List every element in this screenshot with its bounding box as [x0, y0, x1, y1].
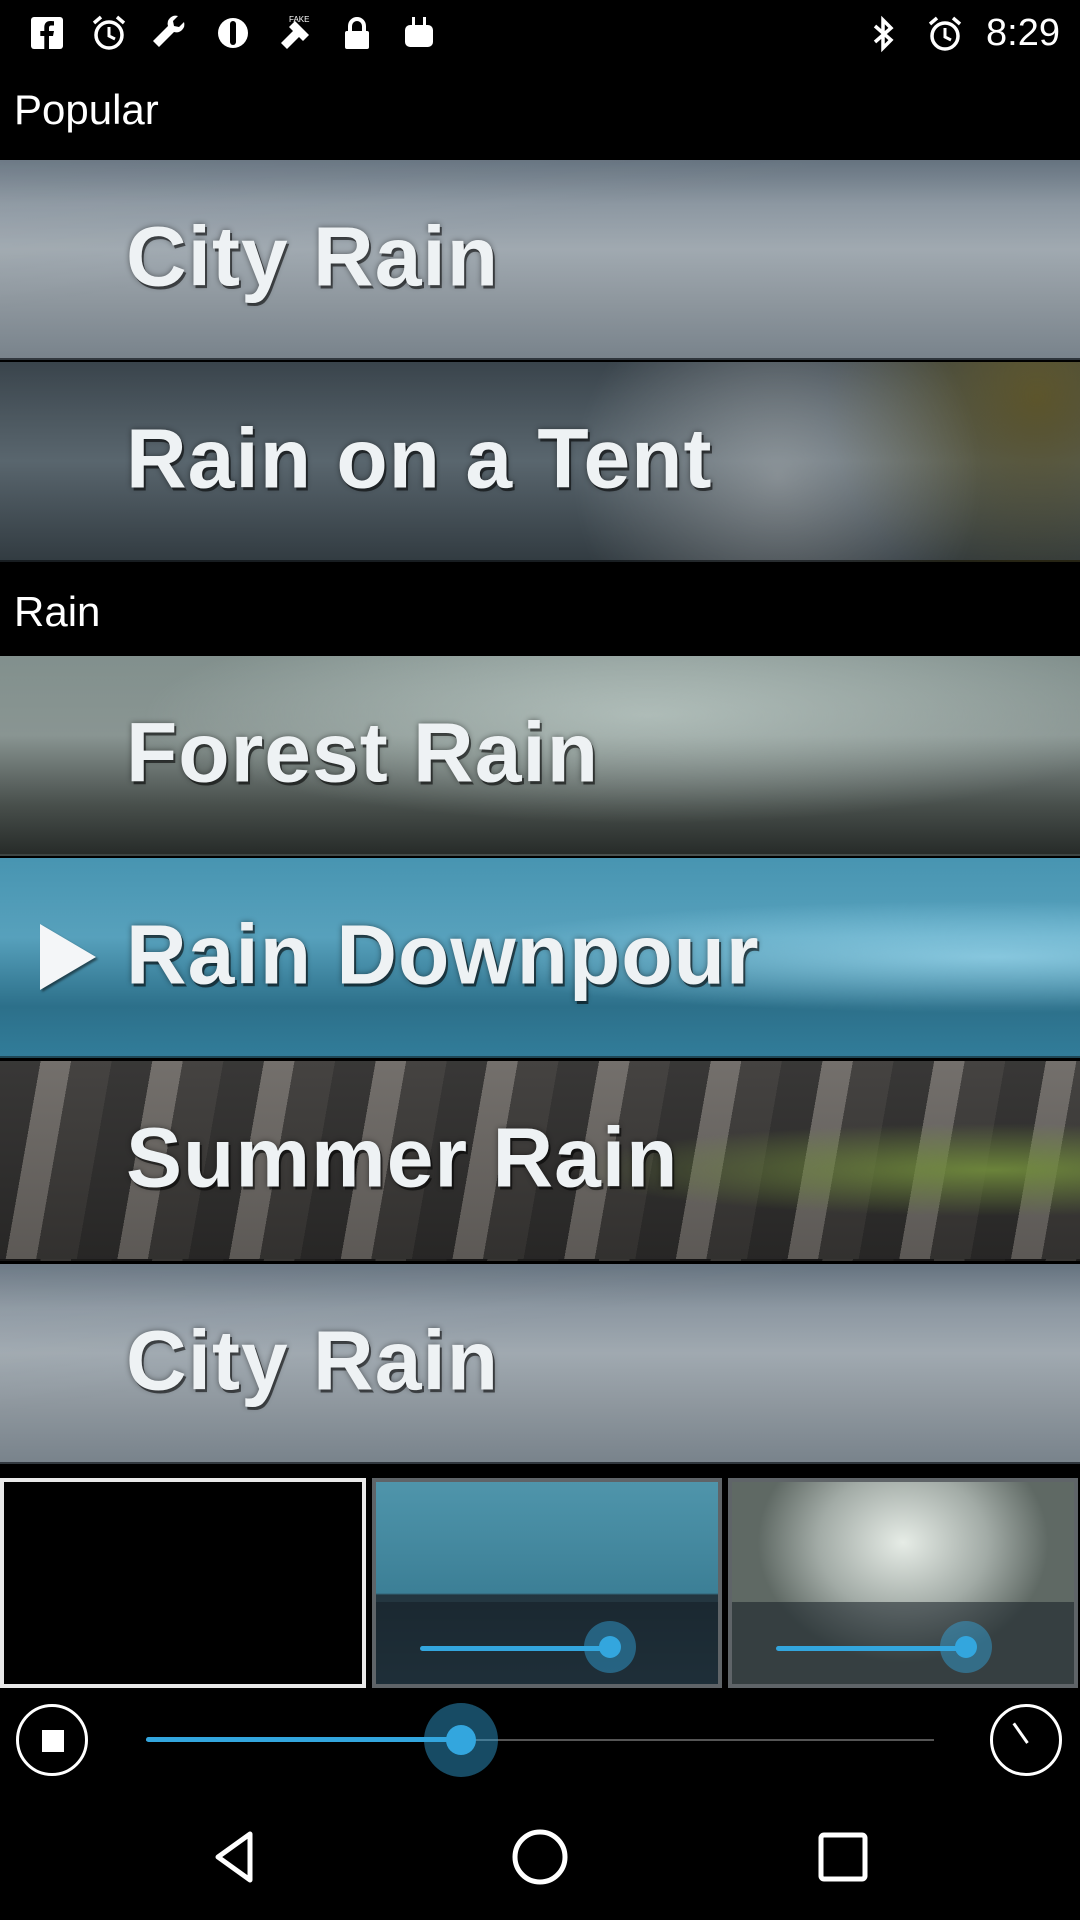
sound-mixer: [0, 1478, 1080, 1688]
fake-gps-icon: FAKE: [274, 12, 316, 54]
master-volume-fill[interactable]: [146, 1737, 462, 1742]
compass-icon: [212, 12, 254, 54]
recents-icon: [818, 1832, 868, 1882]
sound-tile-summer-rain[interactable]: Summer Rain: [0, 1061, 1080, 1261]
tile-label: City Rain: [126, 1313, 500, 1408]
tile-label: Forest Rain: [126, 705, 600, 800]
recents-button[interactable]: [808, 1822, 878, 1892]
sound-tile-city-rain-popular[interactable]: City Rain: [0, 160, 1080, 360]
back-button[interactable]: [200, 1822, 270, 1892]
wrench-icon: [150, 12, 192, 54]
stop-button[interactable]: [16, 1704, 88, 1776]
tile-label: Rain on a Tent: [126, 411, 713, 506]
alarm-icon: [88, 12, 130, 54]
navigation-bar: [0, 1792, 1080, 1920]
bluetooth-icon: [862, 13, 904, 55]
status-bar: FAKE 8:29: [0, 0, 1080, 66]
section-header-popular: Popular: [14, 86, 159, 133]
section-header-rain: Rain: [14, 588, 101, 635]
mixer-slot-volume-bar: [732, 1602, 1074, 1684]
home-button[interactable]: [505, 1822, 575, 1892]
facebook-icon: [26, 12, 68, 54]
mixer-slot-empty[interactable]: [0, 1478, 366, 1688]
stop-icon: [42, 1730, 64, 1752]
mixer-slot-volume-bar: [376, 1602, 718, 1684]
lock-icon: [336, 12, 378, 54]
tile-label: Summer Rain: [126, 1110, 679, 1205]
sound-tile-rain-on-a-tent[interactable]: Rain on a Tent: [0, 362, 1080, 562]
android-icon: [398, 12, 440, 54]
tile-label: City Rain: [126, 209, 500, 304]
back-icon: [215, 1831, 253, 1883]
sound-tile-forest-rain[interactable]: Forest Rain: [0, 656, 1080, 856]
master-volume-knob[interactable]: [446, 1725, 477, 1755]
mixer-volume-track[interactable]: [420, 1646, 610, 1651]
status-left-icons: FAKE: [26, 12, 440, 54]
svg-text:FAKE: FAKE: [289, 15, 309, 24]
status-right-icons: 8:29: [862, 12, 1060, 55]
sound-tile-rain-downpour[interactable]: Rain Downpour: [0, 858, 1080, 1058]
mixer-volume-knob[interactable]: [954, 1636, 977, 1658]
status-time: 8:29: [986, 12, 1060, 54]
mixer-volume-knob[interactable]: [598, 1636, 621, 1658]
mixer-volume-track[interactable]: [776, 1646, 966, 1651]
playback-controls: [0, 1688, 1080, 1792]
sound-tile-city-rain[interactable]: City Rain: [0, 1264, 1080, 1464]
tile-label: Rain Downpour: [126, 907, 760, 1002]
timer-icon: [1012, 1722, 1029, 1744]
timer-button[interactable]: [990, 1704, 1062, 1776]
play-icon: [40, 924, 96, 990]
mixer-slot-storm[interactable]: [728, 1478, 1078, 1688]
home-icon: [512, 1829, 568, 1885]
alarm-icon: [924, 13, 966, 55]
mixer-slot-water[interactable]: [372, 1478, 722, 1688]
